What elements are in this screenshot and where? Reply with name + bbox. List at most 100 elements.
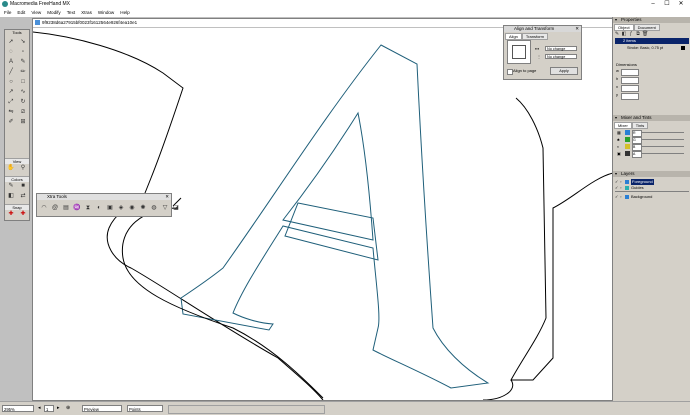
spiral-tool-icon[interactable]: @ bbox=[50, 204, 60, 213]
channel-g-input[interactable]: G bbox=[632, 137, 642, 144]
pencil-tool-icon[interactable]: ✏ bbox=[18, 68, 28, 77]
align-panel-close-icon[interactable]: ✕ bbox=[575, 26, 579, 32]
maximize-button[interactable]: ☐ bbox=[660, 0, 674, 9]
tab-mixer[interactable]: Mixer bbox=[614, 122, 632, 129]
line-tool-icon[interactable]: ╱ bbox=[6, 68, 16, 77]
layers-header[interactable]: ▾ Layers bbox=[613, 171, 690, 177]
visibility-check-icon[interactable]: ✓ bbox=[615, 194, 618, 200]
tab-tints[interactable]: Tints bbox=[631, 122, 649, 129]
mixer-mode-icon[interactable]: ▦ bbox=[617, 130, 621, 135]
ellipse-tool-icon[interactable]: ○ bbox=[6, 78, 16, 87]
page-tool-icon[interactable]: ▫ bbox=[18, 48, 28, 57]
properties-row-selected[interactable]: 2 items bbox=[615, 38, 689, 44]
menu-view[interactable]: View bbox=[29, 9, 43, 17]
rotate-tool-icon[interactable]: ↻ bbox=[18, 98, 28, 107]
default-colors-icon[interactable]: ◧ bbox=[6, 192, 16, 201]
vertical-align-select[interactable]: No change bbox=[545, 54, 577, 59]
hand-tool-icon[interactable]: ✋ bbox=[6, 164, 16, 173]
channel-r-slider[interactable] bbox=[642, 132, 684, 133]
stroke-color-swatch[interactable] bbox=[681, 46, 685, 50]
apply-button[interactable]: Apply bbox=[550, 67, 578, 75]
page-prev-icon[interactable]: ◂ bbox=[38, 405, 41, 412]
smudge-tool-icon[interactable]: ◐ bbox=[94, 204, 104, 213]
mixer-hls-icon[interactable]: ◐ bbox=[617, 144, 619, 149]
mixer-header[interactable]: ▾ Mixer and Tints bbox=[613, 115, 690, 121]
pen-tool-icon[interactable]: ✎ bbox=[18, 58, 28, 67]
freeform-tool-icon[interactable]: ∿ bbox=[18, 88, 28, 97]
lock-icon[interactable]: ▫ bbox=[620, 194, 621, 200]
stroke-color-icon[interactable]: ✎ bbox=[6, 182, 16, 191]
menu-file[interactable]: File bbox=[2, 9, 13, 17]
page-number-field[interactable]: 1 bbox=[44, 405, 54, 412]
channel-b-slider[interactable] bbox=[642, 146, 684, 147]
zoom-tool-icon[interactable]: ⚲ bbox=[18, 164, 28, 173]
layer-row-background[interactable]: ✓ ▫ Background bbox=[615, 194, 689, 200]
channel-g-slider[interactable] bbox=[642, 139, 684, 140]
text-tool-icon[interactable]: A bbox=[6, 58, 16, 67]
envelope-tool-icon[interactable]: ◈ bbox=[116, 204, 126, 213]
menu-edit[interactable]: Edit bbox=[15, 9, 27, 17]
tab-document[interactable]: Document bbox=[633, 24, 660, 31]
pointer-tool-icon[interactable]: ➚ bbox=[6, 38, 16, 47]
arc-tool-icon[interactable]: ◠ bbox=[39, 204, 49, 213]
channel-a-input[interactable]: A bbox=[632, 151, 642, 158]
alignment-preview-grid[interactable] bbox=[507, 40, 531, 64]
lasso-tool-icon[interactable]: ◌ bbox=[6, 48, 16, 57]
subselect-tool-icon[interactable]: ➘ bbox=[18, 38, 28, 47]
minimize-button[interactable]: – bbox=[646, 0, 660, 9]
add-stroke-icon[interactable]: ✎ bbox=[614, 31, 620, 37]
zoom-select[interactable]: 295% bbox=[2, 405, 34, 412]
add-fill-icon[interactable]: ◧ bbox=[621, 31, 627, 37]
dim-w-input[interactable] bbox=[621, 69, 639, 76]
add-effect-icon[interactable]: ƒ bbox=[628, 31, 634, 37]
channel-r-input[interactable]: R bbox=[632, 130, 642, 137]
channel-b-input[interactable]: B bbox=[632, 144, 642, 151]
skew-tool-icon[interactable]: ⧄ bbox=[18, 108, 28, 117]
knife-tool-icon[interactable]: ↗ bbox=[6, 88, 16, 97]
rectangle-tool-icon[interactable]: □ bbox=[18, 78, 28, 87]
chart-tool-icon[interactable]: ▤ bbox=[61, 204, 71, 213]
swap-colors-icon[interactable]: ⇄ bbox=[18, 192, 28, 201]
menu-modify[interactable]: Modify bbox=[45, 9, 63, 17]
reflect-tool-icon[interactable]: ⇋ bbox=[6, 108, 16, 117]
shadow-tool-icon[interactable]: ▣ bbox=[105, 204, 115, 213]
close-button[interactable]: ✕ bbox=[674, 0, 688, 9]
xtra-tools-close-icon[interactable]: ✕ bbox=[165, 194, 169, 200]
properties-header[interactable]: ▾ Properties bbox=[613, 17, 690, 23]
delete-icon[interactable]: 🗑 bbox=[642, 31, 648, 37]
layer-name-background[interactable]: Background bbox=[631, 194, 652, 200]
dim-x-input[interactable] bbox=[621, 85, 639, 92]
eyedropper-tool-icon[interactable]: ✐ bbox=[6, 118, 16, 127]
bend-tool-icon[interactable]: ◉ bbox=[127, 204, 137, 213]
mirror-tool-icon[interactable]: ⧗ bbox=[83, 204, 93, 213]
snap-to-point-icon[interactable]: ✚ bbox=[6, 210, 16, 219]
fill-color-icon[interactable]: ■ bbox=[18, 182, 28, 191]
page-next-icon[interactable]: ▸ bbox=[57, 405, 60, 412]
menu-xtras[interactable]: Xtras bbox=[79, 9, 94, 17]
mixer-cmyk-icon[interactable]: ♣ bbox=[617, 137, 620, 142]
horizontal-align-select[interactable]: No change bbox=[545, 46, 577, 51]
duplicate-icon[interactable]: ⧉ bbox=[635, 31, 641, 37]
snap-to-point-status-icon[interactable]: ⊕ bbox=[66, 405, 70, 412]
trace-tool-icon[interactable]: ⊞ bbox=[18, 118, 28, 127]
tab-align[interactable]: Align bbox=[505, 33, 522, 40]
view-mode-select[interactable]: Preview bbox=[82, 405, 122, 412]
fisheye-tool-icon[interactable]: ◍ bbox=[149, 204, 159, 213]
mixer-system-icon[interactable]: ▣ bbox=[617, 151, 621, 156]
graphic-hose-icon[interactable]: ♒ bbox=[72, 204, 82, 213]
menu-window[interactable]: Window bbox=[96, 9, 116, 17]
roughen-tool-icon[interactable]: ✺ bbox=[138, 204, 148, 213]
menu-help[interactable]: Help bbox=[118, 9, 131, 17]
properties-row-stroke[interactable]: Stroke: Basic, 0.75 pt bbox=[615, 45, 689, 51]
channel-a-slider[interactable] bbox=[642, 153, 684, 154]
units-select[interactable]: Points bbox=[127, 405, 163, 412]
tab-object[interactable]: Object bbox=[614, 24, 634, 31]
tab-transform[interactable]: Transform bbox=[521, 33, 548, 40]
menu-text[interactable]: Text bbox=[65, 9, 77, 17]
dim-h-input[interactable] bbox=[621, 77, 639, 84]
snap-to-grid-icon[interactable]: ✚ bbox=[18, 210, 28, 219]
3d-rotate-tool-icon[interactable]: ▽ bbox=[160, 204, 170, 213]
scale-tool-icon[interactable]: ⤢ bbox=[6, 98, 16, 107]
dim-y-input[interactable] bbox=[621, 93, 639, 100]
eraser-tool-icon[interactable]: ◪ bbox=[171, 204, 181, 213]
